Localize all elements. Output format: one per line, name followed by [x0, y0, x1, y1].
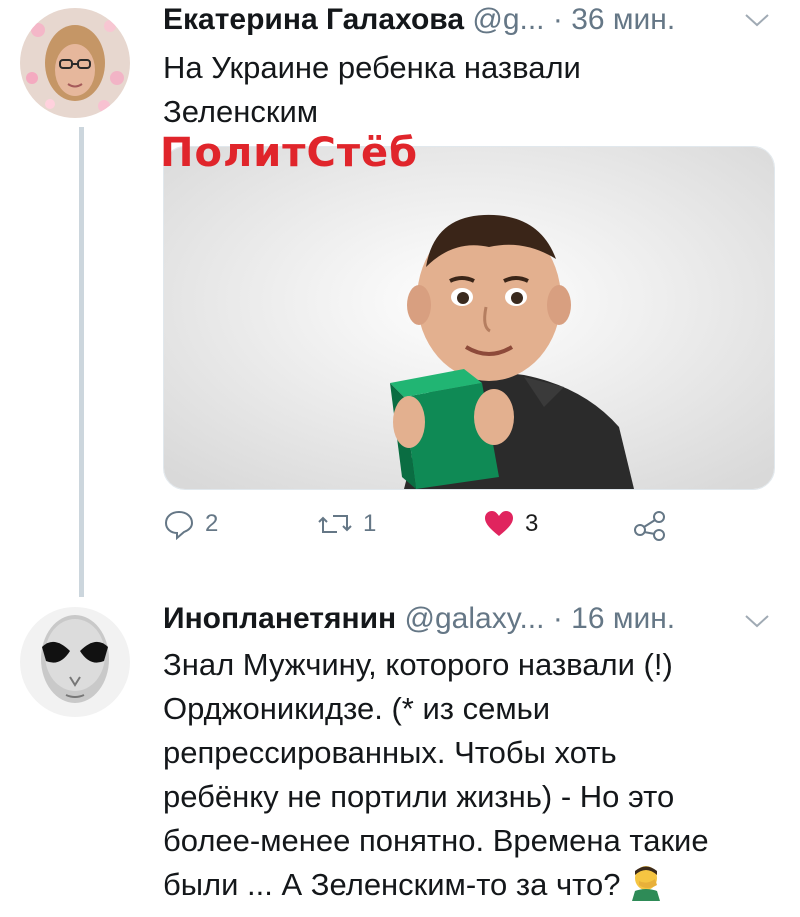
- tweet-text: На Украине ребенка назвали Зеленским: [163, 46, 581, 134]
- tweet-header: Инопланетянин @galaxy... · 16 мин.: [163, 601, 675, 637]
- share-button[interactable]: [633, 508, 667, 542]
- tweet-text-line: ребёнку не портили жизнь) - Но это: [163, 779, 675, 814]
- avatar[interactable]: [20, 607, 130, 717]
- tweet-text-line: На Украине ребенка назвали: [163, 50, 581, 85]
- reply-button[interactable]: 2: [163, 508, 218, 540]
- tweet-text-line-text: были ... А Зеленским-то за что?: [163, 867, 621, 902]
- tweet-text-line: репрессированных. Чтобы хоть: [163, 735, 617, 770]
- retweet-icon: [317, 508, 353, 540]
- tweet-text-line: Знал Мужчину, которого назвали (!): [163, 647, 673, 682]
- tweet-text-line: Зеленским: [163, 94, 319, 129]
- thread-line: [79, 127, 84, 597]
- timestamp[interactable]: 16 мин.: [571, 602, 675, 635]
- tweet-text-line: были ... А Зеленским-то за что?: [163, 863, 709, 913]
- tweet-text-line: Орджоникидзе. (* из семьи: [163, 691, 551, 726]
- share-icon: [633, 508, 667, 542]
- chevron-down-icon[interactable]: [744, 8, 770, 34]
- heart-icon: [483, 508, 515, 540]
- author-handle[interactable]: @g...: [472, 3, 544, 36]
- like-button[interactable]: 3: [483, 508, 538, 540]
- chevron-down-icon[interactable]: [744, 609, 770, 635]
- tweet-media-image[interactable]: [163, 146, 775, 490]
- reply-count: 2: [205, 510, 219, 537]
- tweet-actions: 2 1 3: [163, 508, 683, 548]
- tweet-text-line: более-менее понятно. Времена такие: [163, 823, 709, 858]
- author-handle[interactable]: @galaxy...: [405, 602, 545, 635]
- tweet-header: Екатерина Галахова @g... · 36 мин.: [163, 2, 675, 38]
- retweet-count: 1: [363, 510, 377, 537]
- timestamp[interactable]: 36 мин.: [571, 3, 675, 36]
- media-overlay-text: ПолитСтёб: [160, 130, 419, 176]
- facepalm-emoji-icon: [629, 865, 663, 913]
- author-name[interactable]: Екатерина Галахова: [163, 3, 464, 36]
- separator-dot: ·: [552, 602, 563, 635]
- author-name[interactable]: Инопланетянин: [163, 602, 396, 635]
- reply-icon: [163, 508, 195, 540]
- separator-dot: ·: [552, 3, 563, 36]
- avatar[interactable]: [20, 8, 130, 118]
- tweet-text: Знал Мужчину, которого назвали (!) Орджо…: [163, 643, 709, 913]
- retweet-button[interactable]: 1: [317, 508, 376, 540]
- like-count: 3: [525, 510, 539, 537]
